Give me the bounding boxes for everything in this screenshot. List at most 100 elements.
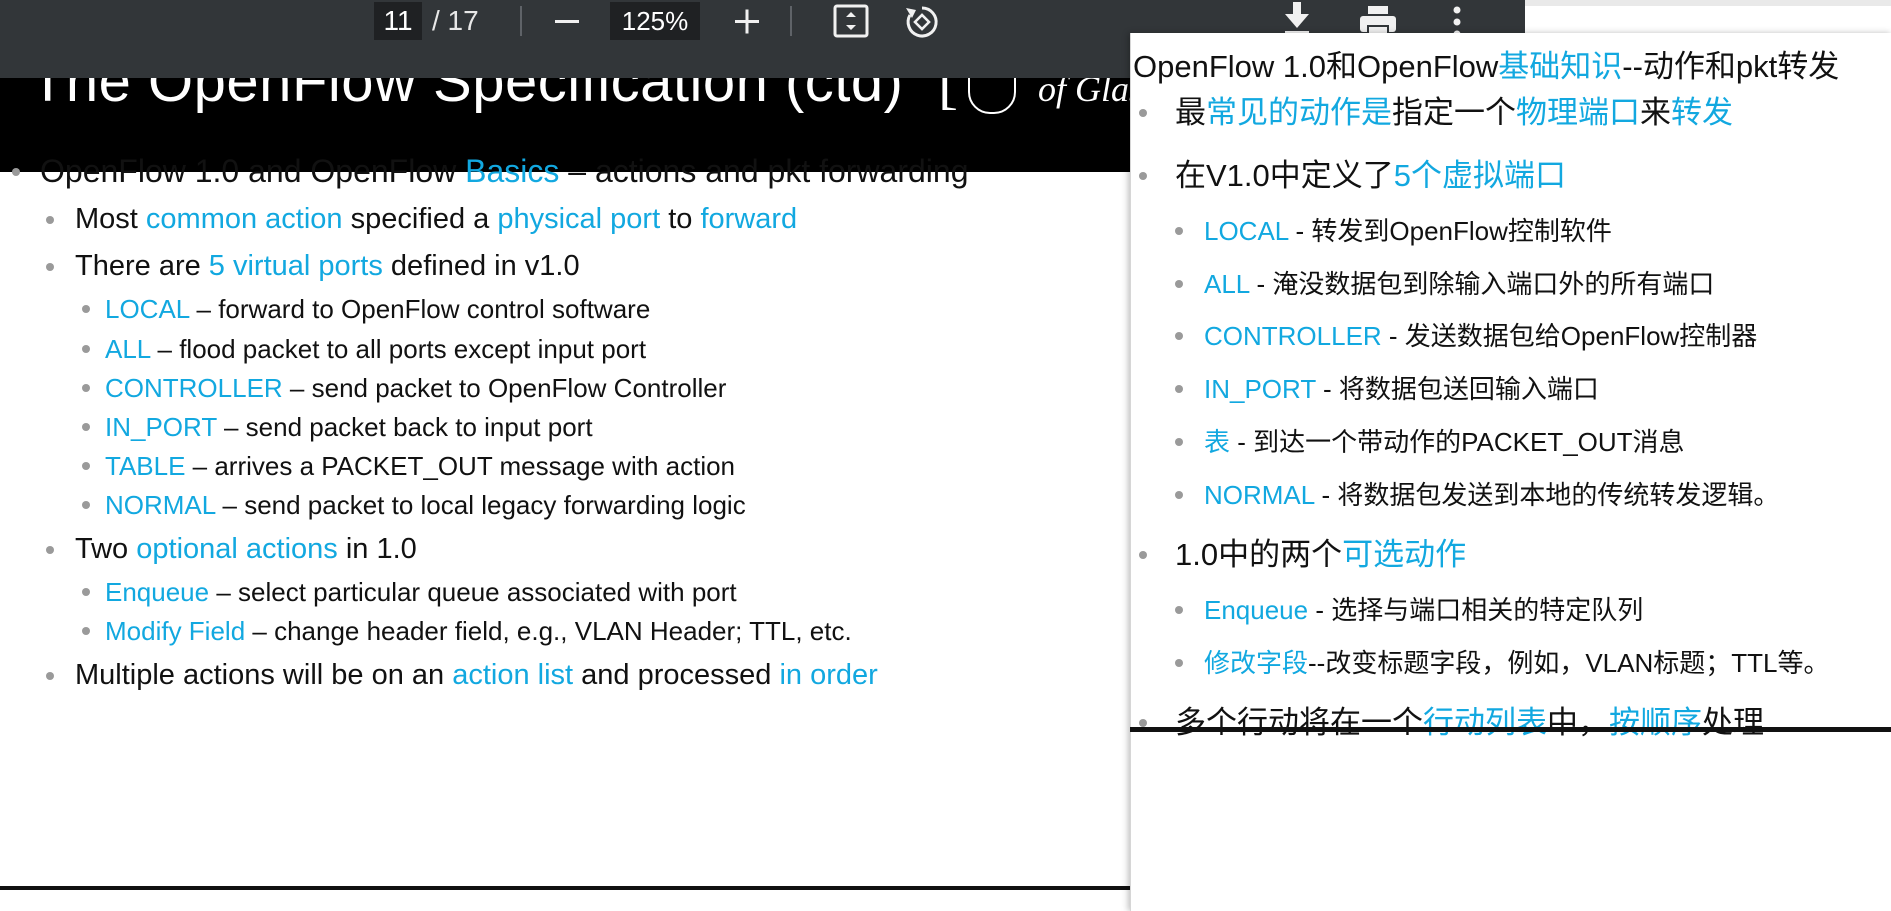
text-segment: - 发送数据包给OpenFlow控制器 bbox=[1381, 320, 1758, 351]
highlighted-term: LOCAL bbox=[105, 293, 190, 324]
popup-bullet-level-1: 多个行动将在一个行动列表中，按顺序处理 bbox=[1139, 704, 1764, 740]
highlighted-term: NORMAL bbox=[105, 489, 216, 520]
text-segment: There are bbox=[75, 250, 209, 283]
highlighted-term: 修改字段 bbox=[1204, 647, 1309, 678]
text-segment: - 将数据包送回输入端口 bbox=[1315, 373, 1599, 404]
text-segment: 1.0中的两个 bbox=[1175, 536, 1343, 572]
popup-bullet-level-2: Enqueue - 选择与端口相关的特定队列 bbox=[1175, 594, 1643, 625]
highlighted-term: physical port bbox=[497, 203, 661, 236]
text-segment: --动作和pkt转发 bbox=[1622, 49, 1840, 84]
highlighted-term: 5个虚拟端口 bbox=[1393, 157, 1567, 193]
rotate-icon[interactable] bbox=[902, 4, 942, 40]
bullet-dot-icon bbox=[82, 344, 90, 353]
bullet-dot-icon bbox=[1175, 279, 1183, 288]
highlighted-term: in order bbox=[779, 659, 878, 692]
slide-bullet-level-2: There are 5 virtual ports defined in v1.… bbox=[46, 250, 580, 283]
text-segment: Two bbox=[75, 533, 137, 566]
popup-bullet-level-2: LOCAL - 转发到OpenFlow控制软件 bbox=[1175, 216, 1612, 246]
text-segment: – change header field, e.g., VLAN Header… bbox=[245, 615, 852, 646]
bullet-dot-icon bbox=[82, 587, 90, 596]
slide-bullet-level-3: IN_PORT – send packet back to input port bbox=[82, 411, 593, 442]
text-segment: 指定一个 bbox=[1392, 94, 1516, 130]
slide-bullet-level-3: Modify Field – change header field, e.g.… bbox=[82, 615, 852, 646]
bullet-dot-icon bbox=[1175, 490, 1183, 499]
slide-bottom-rule bbox=[0, 886, 1130, 890]
bullet-dot-icon bbox=[1175, 605, 1183, 614]
slide-bullet-level-3: NORMAL – send packet to local legacy for… bbox=[82, 489, 746, 520]
highlighted-term: optional actions bbox=[136, 533, 338, 566]
toolbar-divider bbox=[520, 6, 522, 36]
text-segment: and processed bbox=[573, 659, 780, 692]
bullet-dot-icon bbox=[1139, 108, 1147, 117]
minus-icon bbox=[555, 20, 579, 23]
text-segment: 最 bbox=[1175, 94, 1206, 130]
bullet-dot-icon bbox=[82, 422, 90, 431]
bullet-dot-icon bbox=[1175, 331, 1183, 340]
bullet-dot-icon bbox=[1175, 437, 1183, 446]
text-segment: – select particular queue associated wit… bbox=[209, 576, 737, 607]
fit-page-icon[interactable] bbox=[833, 4, 869, 38]
zoom-level-input[interactable]: 125% bbox=[610, 2, 700, 40]
bullet-dot-icon bbox=[1175, 226, 1183, 235]
highlighted-term: Modify Field bbox=[105, 615, 246, 646]
slide-bullet-level-3: LOCAL – forward to OpenFlow control soft… bbox=[82, 293, 651, 324]
highlighted-term: TABLE bbox=[105, 450, 186, 481]
slide-bullet-level-3: Enqueue – select particular queue associ… bbox=[82, 576, 737, 607]
text-segment: – arrives a PACKET_OUT message with acti… bbox=[185, 450, 736, 481]
highlighted-term: CONTROLLER bbox=[105, 372, 283, 403]
text-segment: - 将数据包发送到本地的传统转发逻辑。 bbox=[1314, 479, 1780, 510]
overlay-strike-line bbox=[1130, 727, 1891, 732]
highlighted-term: Enqueue bbox=[1204, 594, 1309, 625]
zoom-in-button[interactable] bbox=[730, 2, 764, 40]
text-segment: - 淹没数据包到除输入端口外的所有端口 bbox=[1249, 268, 1715, 299]
text-segment: – send packet back to input port bbox=[216, 411, 593, 442]
slide-bullet-level-2: Multiple actions will be on an action li… bbox=[46, 659, 878, 692]
text-segment: --改变标题字段，例如，VLAN标题；TTL等。 bbox=[1308, 647, 1830, 678]
text-segment: OpenFlow 1.0和OpenFlow bbox=[1133, 49, 1499, 84]
bullet-dot-icon bbox=[1139, 718, 1147, 727]
popup-bullet-level-1: 在V1.0中定义了5个虚拟端口 bbox=[1139, 157, 1567, 193]
page-total: / 17 bbox=[432, 5, 479, 36]
popup-bullet-level-2: CONTROLLER - 发送数据包给OpenFlow控制器 bbox=[1175, 320, 1758, 351]
slide-bullet-level-3: CONTROLLER – send packet to OpenFlow Con… bbox=[82, 372, 727, 403]
bullet-dot-icon bbox=[82, 626, 90, 635]
highlighted-term: 转发 bbox=[1671, 94, 1733, 130]
slide-bullet-level-2: Most common action specified a physical … bbox=[46, 203, 797, 236]
popup-top-shade bbox=[1525, 0, 1891, 6]
slide-bullet-level-2: Two optional actions in 1.0 bbox=[46, 533, 417, 566]
text-segment: 来 bbox=[1640, 94, 1671, 130]
popup-bullet-level-2: 表 - 到达一个带动作的PACKET_OUT消息 bbox=[1175, 426, 1685, 457]
plus-icon bbox=[735, 9, 759, 34]
popup-title: OpenFlow 1.0和OpenFlow基础知识--动作和pkt转发 bbox=[1133, 41, 1839, 86]
page-number-input[interactable]: 11 bbox=[374, 2, 422, 40]
text-segment: 多个行动将在一个 bbox=[1175, 704, 1423, 740]
popup-bullet-level-1: 1.0中的两个可选动作 bbox=[1139, 536, 1467, 572]
text-segment: 中， bbox=[1547, 704, 1609, 740]
text-segment: - 到达一个带动作的PACKET_OUT消息 bbox=[1230, 426, 1685, 457]
highlighted-term: CONTROLLER bbox=[1204, 320, 1382, 351]
popup-bullet-level-2: 修改字段--改变标题字段，例如，VLAN标题；TTL等。 bbox=[1175, 647, 1830, 678]
highlighted-term: 常见的动作是 bbox=[1206, 94, 1392, 130]
bullet-dot-icon bbox=[1139, 550, 1147, 559]
highlighted-term: common action bbox=[145, 203, 343, 236]
highlighted-term: 物理端口 bbox=[1516, 94, 1640, 130]
highlighted-term: ALL bbox=[1204, 268, 1250, 299]
toolbar-divider bbox=[790, 6, 792, 36]
highlighted-term: NORMAL bbox=[1204, 479, 1315, 510]
highlighted-term: 按顺序 bbox=[1609, 704, 1702, 740]
highlighted-term: 行动列表 bbox=[1423, 704, 1547, 740]
popup-bullet-level-2: ALL - 淹没数据包到除输入端口外的所有端口 bbox=[1175, 268, 1715, 299]
slide-bullet-level-1: OpenFlow 1.0 and OpenFlow Basics – actio… bbox=[12, 154, 969, 189]
highlighted-term: action list bbox=[452, 659, 574, 692]
zoom-out-button[interactable] bbox=[550, 2, 584, 40]
text-segment: – forward to OpenFlow control software bbox=[189, 293, 651, 324]
highlighted-term: Enqueue bbox=[105, 576, 210, 607]
highlighted-term: IN_PORT bbox=[105, 411, 217, 442]
highlighted-term: ALL bbox=[105, 333, 151, 364]
highlighted-term: 5 virtual ports bbox=[208, 250, 383, 283]
text-segment: – send packet to local legacy forwarding… bbox=[215, 489, 746, 520]
text-segment: 处理 bbox=[1702, 704, 1764, 740]
highlighted-term: 可选动作 bbox=[1342, 536, 1467, 572]
highlighted-term: 基础知识 bbox=[1498, 49, 1623, 84]
text-segment: – send packet to OpenFlow Controller bbox=[282, 372, 727, 403]
